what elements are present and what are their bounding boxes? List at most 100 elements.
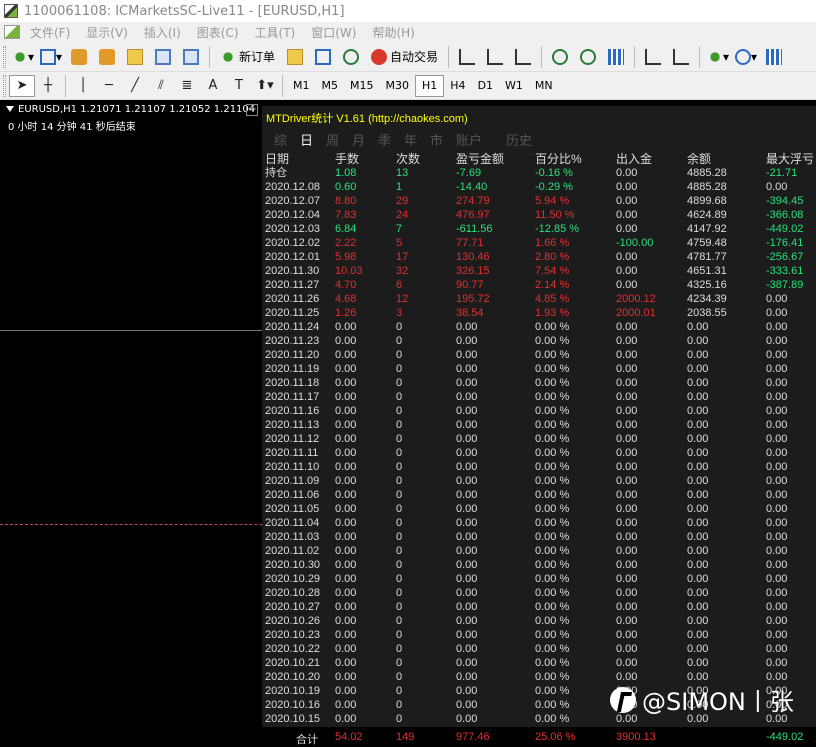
chart-shift-button[interactable] <box>641 45 665 69</box>
cell-count: 32 <box>396 265 409 277</box>
strategy-tester-button[interactable] <box>179 45 203 69</box>
channel-tool[interactable]: ⫽ <box>148 75 174 97</box>
toolbar-grip[interactable] <box>3 74 6 97</box>
line-chart-button[interactable] <box>511 45 535 69</box>
arrows-icon: ⬆▾ <box>256 78 274 93</box>
menu-insert[interactable]: 插入(I) <box>136 24 189 41</box>
minimize-panel-button[interactable]: — <box>246 104 258 116</box>
table-row: 2020.11.04 0.00 0 0.00 0.00 % 0.00 0.00 0.00 <box>265 516 816 530</box>
cell-pnl: 0.00 <box>456 517 478 529</box>
timeframe-h4[interactable]: H4 <box>444 75 471 97</box>
timeframe-h1[interactable]: H1 <box>415 74 445 97</box>
timeframe-m30[interactable]: M30 <box>380 75 416 97</box>
menu-view[interactable]: 显示(V) <box>78 24 136 41</box>
signals-button[interactable] <box>311 45 335 69</box>
menu-window[interactable]: 窗口(W) <box>303 24 364 41</box>
menu-file[interactable]: 文件(F) <box>22 24 78 41</box>
timeframe-m1[interactable]: M1 <box>287 75 316 97</box>
table-row: 2020.11.23 0.00 0 0.00 0.00 % 0.00 0.00 0.00 <box>265 334 816 348</box>
cell-count: 0 <box>396 531 403 543</box>
timeframe-w1[interactable]: W1 <box>499 75 529 97</box>
toolbar-separator <box>541 45 543 68</box>
cell-pnl: 0.00 <box>456 419 478 431</box>
timeframe-m5[interactable]: M5 <box>316 75 345 97</box>
community-button[interactable] <box>339 45 363 69</box>
auto-scroll-button[interactable] <box>669 45 693 69</box>
tab-overview[interactable]: 综 <box>274 130 300 149</box>
tab-history[interactable]: 历史 <box>506 130 556 149</box>
tab-week[interactable]: 周 <box>326 130 352 149</box>
metaeditor-button[interactable] <box>283 45 307 69</box>
cell-date: 2020.11.16 <box>265 405 320 417</box>
timeframe-m15[interactable]: M15 <box>344 75 380 97</box>
trendline-tool[interactable]: ╱ <box>122 75 148 97</box>
menu-help[interactable]: 帮助(H) <box>364 24 422 41</box>
cell-pnl: 90.77 <box>456 279 484 291</box>
cell-balance: 4781.77 <box>687 251 727 263</box>
candlestick-icon <box>487 48 504 65</box>
table-row: 2020.10.29 0.00 0 0.00 0.00 % 0.00 0.00 0.00 <box>265 572 816 586</box>
cell-date: 2020.11.24 <box>265 321 320 333</box>
new-chart-button[interactable]: ▾ <box>11 45 35 69</box>
tab-day[interactable]: 日 <box>300 130 326 149</box>
table-row: 2020.11.13 0.00 0 0.00 0.00 % 0.00 0.00 0.00 <box>265 418 816 432</box>
menu-charts[interactable]: 图表(C) <box>189 24 247 41</box>
auto-trading-button[interactable]: 自动交易 <box>367 45 442 69</box>
menu-tools[interactable]: 工具(T) <box>247 24 304 41</box>
cell-count: 0 <box>396 475 403 487</box>
cell-pct: 0.00 % <box>535 321 570 333</box>
toolbar-grip[interactable] <box>3 45 6 68</box>
cell-io: 0.00 <box>616 475 638 487</box>
cursor-tool[interactable]: ➤ <box>9 74 35 97</box>
cell-pnl: 0.00 <box>456 503 478 515</box>
cell-pct: 0.00 % <box>535 545 570 557</box>
cell-count: 12 <box>396 293 409 305</box>
crosshair-tool[interactable]: ┼ <box>35 75 61 97</box>
market-watch-button[interactable] <box>67 45 91 69</box>
tab-account[interactable]: 账户 <box>456 130 506 149</box>
periods-button[interactable]: ▾ <box>734 45 758 69</box>
cell-balance: 0.00 <box>687 447 709 459</box>
profiles-button[interactable]: ▾ <box>39 45 63 69</box>
data-window-button[interactable] <box>95 45 119 69</box>
bar-chart-button[interactable] <box>455 45 479 69</box>
cell-lots: 0.00 <box>335 559 357 571</box>
tab-quarter[interactable]: 季 <box>378 130 404 149</box>
horizontal-line-tool[interactable]: ─ <box>96 75 122 97</box>
table-row: 2020.11.03 0.00 0 0.00 0.00 % 0.00 0.00 0.00 <box>265 530 816 544</box>
candlestick-button[interactable] <box>483 45 507 69</box>
cell-date: 2020.10.23 <box>265 629 321 641</box>
tab-market[interactable]: 市 <box>430 130 456 149</box>
templates-button[interactable] <box>762 45 786 69</box>
signals-icon <box>315 48 332 65</box>
arrows-tool[interactable]: ⬆▾ <box>252 75 278 97</box>
chart-window-icon[interactable] <box>4 25 20 39</box>
zoom-out-button[interactable] <box>576 45 600 69</box>
cell-count: 0 <box>396 643 403 655</box>
cell-io: 0.00 <box>616 559 638 571</box>
cell-pct: 0.00 % <box>535 559 570 571</box>
terminal-button[interactable] <box>151 45 175 69</box>
cell-balance: 0.00 <box>687 559 709 571</box>
tab-month[interactable]: 月 <box>352 130 378 149</box>
cell-io: 0.00 <box>616 167 638 179</box>
zoom-in-button[interactable] <box>548 45 572 69</box>
timeframe-d1[interactable]: D1 <box>472 75 499 97</box>
navigator-button[interactable] <box>123 45 147 69</box>
cell-dd: 0.00 <box>766 559 788 571</box>
cell-dd: 0.00 <box>766 587 788 599</box>
new-order-button[interactable]: 新订单 <box>216 45 279 69</box>
timeframe-mn[interactable]: MN <box>529 75 559 97</box>
cell-lots: 0.00 <box>335 419 357 431</box>
table-row: 2020.10.23 0.00 0 0.00 0.00 % 0.00 0.00 0.00 <box>265 628 816 642</box>
cell-date: 2020.10.27 <box>265 601 321 613</box>
tab-year[interactable]: 年 <box>404 130 430 149</box>
tile-windows-button[interactable] <box>604 45 628 69</box>
text-tool[interactable]: A <box>200 75 226 97</box>
text-label-tool[interactable]: T <box>226 75 252 97</box>
fibonacci-tool[interactable]: ≣ <box>174 75 200 97</box>
vertical-line-tool[interactable]: │ <box>70 75 96 97</box>
cell-pct: 0.00 % <box>535 419 570 431</box>
table-row: 持仓 1.08 13 -7.69 -0.16 % 0.00 4885.28 -21.71 <box>265 166 816 180</box>
indicators-button[interactable]: ▾ <box>706 45 730 69</box>
